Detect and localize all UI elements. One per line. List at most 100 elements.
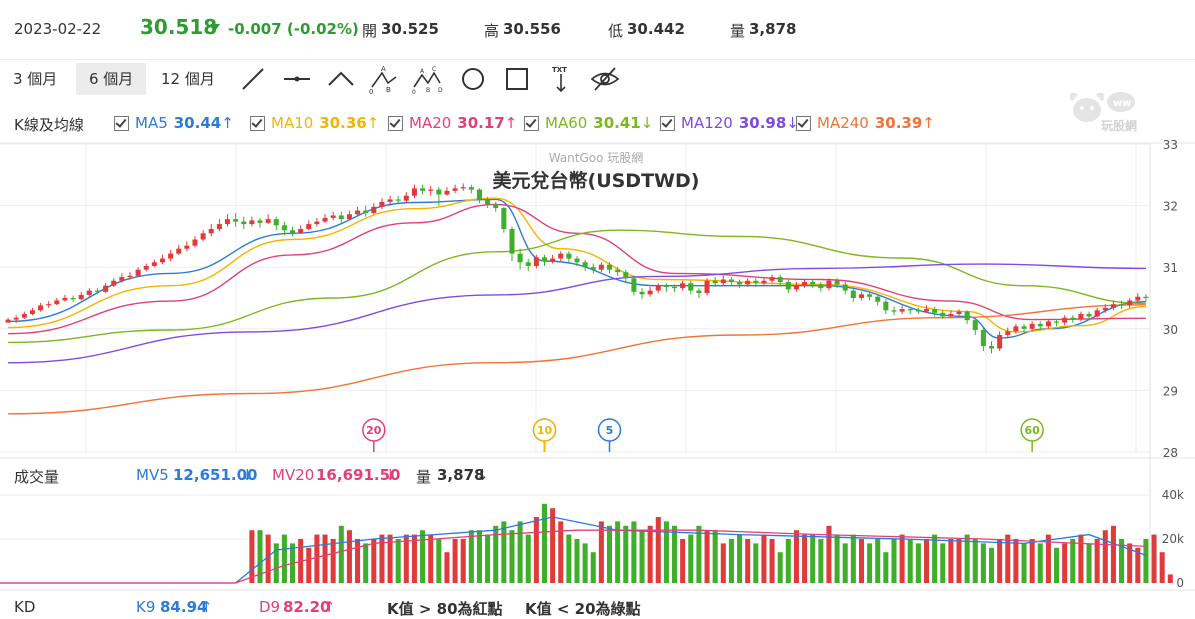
volume-bar [696, 525, 702, 583]
candle-body [1062, 317, 1068, 323]
volume-bar [737, 534, 743, 583]
candle-body [1037, 323, 1043, 327]
volume-bar [452, 539, 458, 583]
candle [761, 278, 767, 286]
candle [818, 281, 824, 292]
candle-body [62, 298, 68, 301]
candle [899, 305, 905, 315]
candle-body [826, 280, 832, 289]
volume-bar [802, 534, 808, 583]
k9-name: K9 [136, 598, 156, 616]
volume-bar [314, 534, 320, 583]
volume-bar [322, 534, 328, 583]
volume-bar [444, 552, 450, 583]
candle [273, 216, 279, 231]
volume-bar [623, 525, 629, 583]
candle-body [1127, 300, 1133, 306]
candle-body [672, 286, 678, 289]
candle [330, 211, 336, 221]
watermark-text: WantGoo 玩股網 [549, 151, 644, 165]
candle-body [915, 310, 921, 312]
price-tick-label: 31 [1163, 261, 1178, 275]
candle [582, 259, 588, 271]
candle-body [86, 290, 92, 295]
candle-body [891, 310, 897, 312]
candle-body [452, 188, 458, 191]
mv5-name: MV5 [136, 466, 169, 484]
candle-body [501, 208, 507, 230]
candle-body [298, 229, 304, 233]
volume-bar [590, 552, 596, 583]
price-chart[interactable]: 1206020105 282930313233020k40k WantGoo 玩… [0, 0, 1195, 618]
volume-bar [428, 534, 434, 583]
volume-bar [842, 543, 848, 583]
candle-body [737, 281, 743, 285]
candle-body [883, 301, 889, 311]
candle [932, 306, 938, 317]
vol-name: 量 [416, 468, 432, 486]
volume-bar [533, 517, 539, 583]
volume-bar [810, 534, 816, 583]
volume-bar [330, 539, 336, 583]
candle-body [411, 188, 417, 196]
kd-note-overbought: K值 > 80為紅點 [387, 600, 503, 618]
candle-body [257, 220, 263, 223]
candle [728, 277, 734, 286]
candle-body [956, 311, 962, 315]
candle-body [485, 199, 491, 205]
candle-body [802, 281, 808, 286]
volume-bar [379, 534, 385, 583]
volume-bar [923, 539, 930, 583]
candle [1062, 315, 1068, 326]
candle-body [785, 281, 791, 290]
candle-body [972, 320, 978, 331]
candle-body [70, 298, 76, 300]
candle-body [875, 296, 881, 302]
candle-body [550, 258, 556, 262]
volume-bar [1013, 539, 1019, 583]
candle-body [346, 214, 352, 220]
candle-body [663, 285, 669, 287]
ma-period-marker: 20 [362, 418, 386, 452]
mv20-name: MV20 [272, 466, 315, 484]
volume-tick-label: 0 [1176, 576, 1184, 590]
candle-body [964, 311, 970, 321]
volume-bar [411, 534, 417, 583]
candle [151, 259, 157, 268]
candle-body [281, 225, 287, 231]
volume-bar [850, 534, 856, 583]
volume-bar [485, 534, 491, 583]
candle-body [948, 314, 954, 317]
volume-bar [672, 525, 678, 583]
volume-bar [728, 539, 734, 583]
volume-bar [647, 525, 653, 583]
candle [403, 192, 409, 204]
candle-body [168, 253, 174, 259]
candle [663, 283, 669, 292]
volume-bar [468, 530, 474, 583]
volume-bar [761, 534, 767, 583]
candle [883, 299, 889, 315]
volume-bar [875, 539, 881, 583]
candle-body [680, 283, 686, 289]
candle [298, 225, 304, 234]
candle-body [907, 309, 913, 311]
candle [290, 226, 296, 237]
candle-body [420, 188, 426, 191]
candle-body [793, 285, 799, 290]
volume-bar [753, 543, 759, 583]
candle-body [468, 187, 474, 190]
ma-period-marker: 5 [597, 418, 622, 452]
candle [525, 258, 531, 271]
candle [38, 302, 44, 312]
candle [428, 185, 434, 196]
vol-arrow: ↓ [476, 466, 489, 484]
candle-body [1054, 321, 1060, 323]
candle-body [306, 224, 312, 230]
candle [850, 288, 856, 302]
candle-body [1029, 323, 1035, 329]
candle-body [444, 190, 450, 195]
candle-body [184, 245, 190, 249]
candle [509, 226, 515, 262]
candle-body [127, 275, 133, 278]
